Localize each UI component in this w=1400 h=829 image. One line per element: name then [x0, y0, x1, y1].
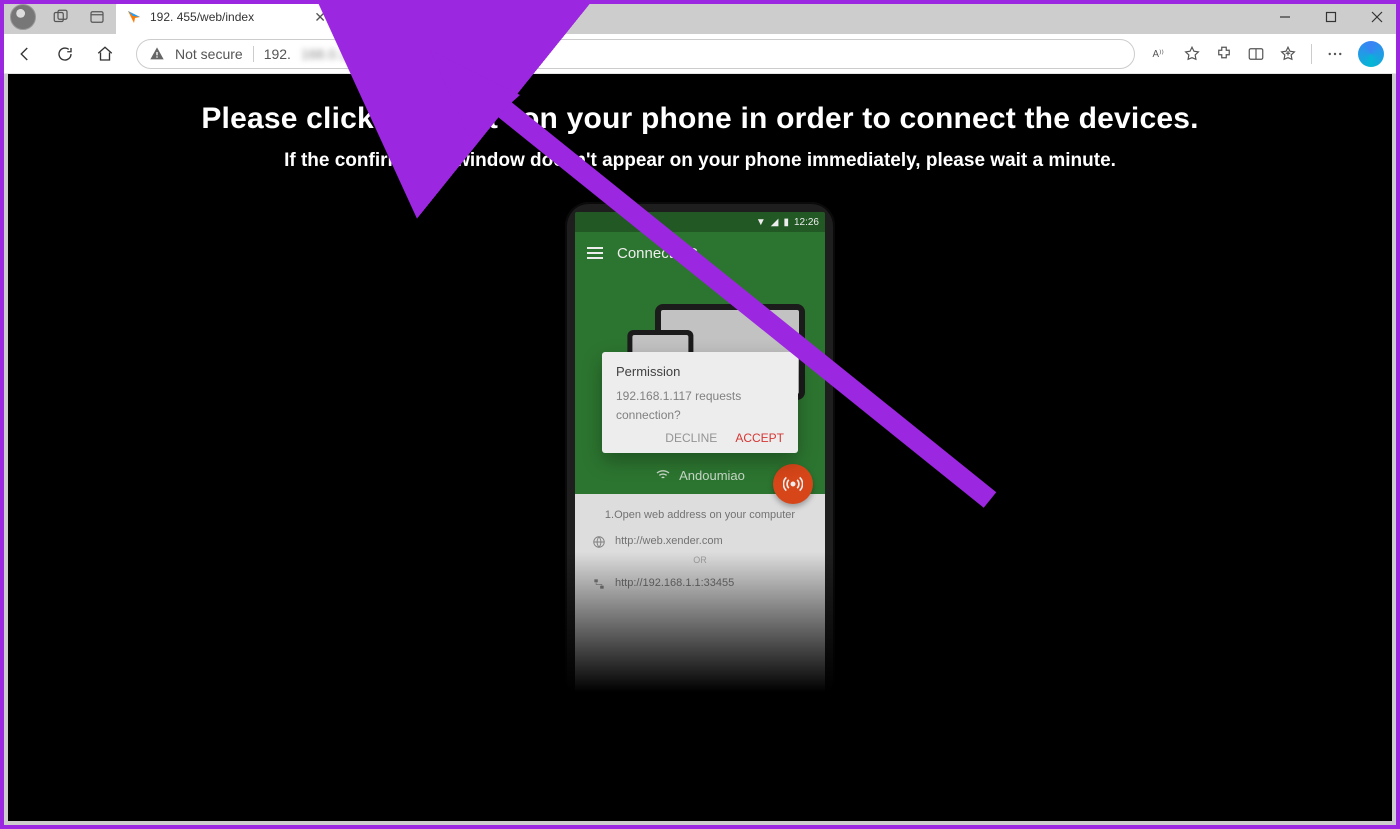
home-button[interactable]: [90, 39, 120, 69]
titlebar: 192. 455/web/index ✕ +: [0, 0, 1400, 34]
browser-toolbar: Not secure 192. 168.0.130:334 55/web/ind…: [0, 34, 1400, 74]
phone-illustration: ▼ ◢ ▮ 12:26 Connect PC Ando: [565, 202, 835, 702]
sheet-url-2: http://192.168.1.1:33455: [615, 574, 734, 594]
accept-button[interactable]: ACCEPT: [735, 431, 784, 445]
cell-signal-icon: ◢: [771, 217, 779, 228]
close-window-button[interactable]: [1354, 0, 1400, 34]
profile-avatar[interactable]: [10, 4, 36, 30]
wifi-name: Andoumiao: [679, 468, 745, 483]
wifi-icon: [655, 467, 671, 483]
headline-text: Please click "Accept" on your phone in o…: [8, 102, 1392, 136]
battery-icon: ▮: [783, 217, 789, 228]
sheet-or: OR: [591, 552, 809, 568]
browser-tab[interactable]: 192. 455/web/index ✕: [116, 0, 336, 34]
tab-actions-icon[interactable]: [86, 6, 108, 28]
phone-bottom-sheet: 1.Open web address on your computer http…: [575, 494, 825, 692]
subhead-text: If the confirmation window doesn't appea…: [8, 150, 1392, 172]
workspaces-icon[interactable]: [50, 6, 72, 28]
window-controls: [1262, 0, 1400, 34]
dialog-body: 192.168.1.117 requests connection?: [616, 387, 784, 425]
maximize-button[interactable]: [1308, 0, 1354, 34]
address-bar[interactable]: Not secure 192. 168.0.130:334 55/web/ind…: [136, 39, 1135, 69]
signal-down-icon: ▼: [756, 217, 766, 228]
sheet-step-text: 1.Open web address on your computer: [591, 506, 809, 526]
xender-favicon-icon: [126, 9, 142, 25]
tab-close-button[interactable]: ✕: [314, 9, 326, 26]
new-tab-button[interactable]: +: [336, 7, 366, 28]
phone-clock: 12:26: [794, 217, 819, 228]
phone-app-bar: Connect PC: [575, 232, 825, 274]
sheet-url-1: http://web.xender.com: [615, 532, 723, 552]
hotspot-fab-icon: [773, 464, 813, 504]
minimize-button[interactable]: [1262, 0, 1308, 34]
lan-icon: [591, 576, 607, 592]
page-viewport: Please click "Accept" on your phone in o…: [8, 74, 1392, 821]
phone-appbar-title: Connect PC: [617, 245, 698, 262]
back-button[interactable]: [10, 39, 40, 69]
permission-dialog: Permission 192.168.1.117 requests connec…: [602, 352, 798, 453]
dialog-title: Permission: [616, 364, 784, 379]
phone-status-bar: ▼ ◢ ▮ 12:26: [575, 212, 825, 232]
globe-icon: [591, 534, 607, 550]
decline-button[interactable]: DECLINE: [665, 431, 717, 445]
hamburger-icon: [587, 247, 603, 259]
tab-title: 192. 455/web/index: [150, 10, 254, 24]
refresh-button[interactable]: [50, 39, 80, 69]
